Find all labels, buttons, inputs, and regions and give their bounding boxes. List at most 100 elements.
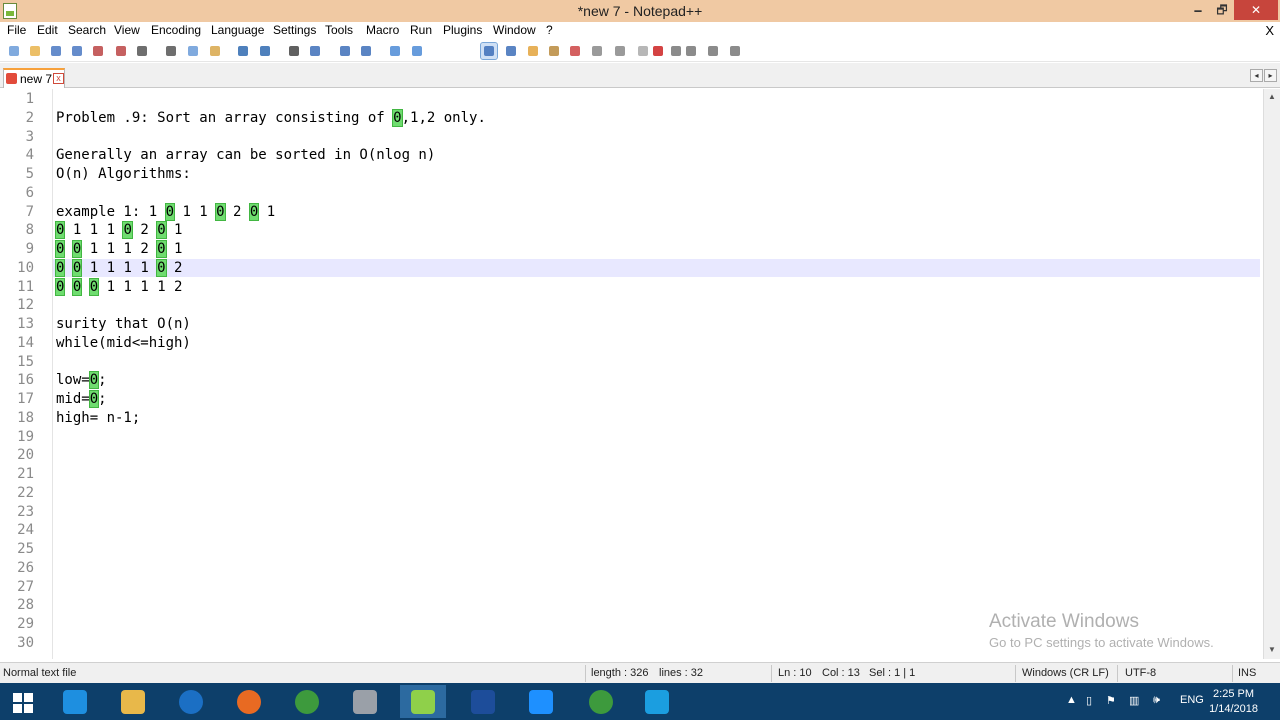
doc-map-icon[interactable] — [567, 43, 583, 59]
user-lang-icon[interactable] — [546, 43, 562, 59]
code-line[interactable] — [56, 540, 1261, 558]
notepad-plus-plus-icon[interactable] — [400, 685, 446, 718]
code-line[interactable]: O(n) Algorithms: — [56, 165, 1261, 183]
paste-icon[interactable] — [207, 43, 223, 59]
code-line[interactable]: example 1: 1 0 1 1 0 2 0 1 — [56, 202, 1261, 221]
code-line[interactable]: surity that O(n) — [56, 315, 1261, 333]
new-file-icon[interactable] — [6, 43, 22, 59]
close-document-x[interactable]: X — [1265, 23, 1274, 38]
sync-horizontal-icon[interactable] — [409, 43, 425, 59]
status-encoding[interactable]: UTF-8 — [1125, 667, 1156, 679]
code-line[interactable]: 0 0 0 1 1 1 1 2 — [54, 277, 1261, 296]
monitoring-icon[interactable] — [635, 43, 651, 59]
close-window-button[interactable]: ✕ — [1234, 0, 1278, 20]
tray-volume-icon[interactable]: 🕪 — [1153, 694, 1160, 707]
menu-tools[interactable]: Tools — [325, 23, 353, 37]
find-icon[interactable] — [286, 43, 302, 59]
printer-app-icon[interactable] — [342, 685, 388, 718]
maximize-button[interactable]: 🗗 — [1208, 0, 1236, 20]
play-macro-icon[interactable] — [683, 43, 699, 59]
show-all-chars-icon[interactable] — [503, 43, 519, 59]
menu-edit[interactable]: Edit — [37, 23, 58, 37]
run-macro-multiple-icon[interactable] — [705, 43, 721, 59]
code-line[interactable]: 0 1 1 1 0 2 0 1 — [54, 221, 1261, 240]
menu-plugins[interactable]: Plugins — [443, 23, 482, 37]
code-line[interactable]: Problem .9: Sort an array consisting of … — [56, 108, 1261, 127]
start-icon[interactable] — [0, 685, 46, 718]
function-list-icon[interactable] — [589, 43, 605, 59]
skype-icon[interactable] — [634, 685, 680, 718]
zoom-out-icon[interactable] — [358, 43, 374, 59]
chrome-profile-icon[interactable] — [578, 685, 624, 718]
clock[interactable]: 2:25 PM 1/14/2018 — [1209, 687, 1258, 717]
code-line[interactable] — [56, 446, 1261, 464]
internet-explorer-icon[interactable] — [52, 685, 98, 718]
word-wrap-icon[interactable] — [480, 42, 498, 60]
close-icon[interactable] — [90, 43, 106, 59]
snipping-tool-icon[interactable] — [518, 685, 564, 718]
code-line[interactable] — [56, 578, 1261, 596]
code-line[interactable]: 0 0 1 1 1 2 0 1 — [54, 240, 1261, 258]
tab-new-7[interactable]: new 7 x — [3, 68, 65, 88]
stop-record-icon[interactable] — [668, 43, 684, 59]
editor[interactable]: 1 2 3 4 5 6 7 8 9 10 11 12 13 14 15 16 17 18 19 20 21 22 23 24 2… — [0, 89, 1280, 659]
tab-scroll-left-icon[interactable]: ◂ — [1250, 69, 1263, 82]
code-line[interactable]: 0 0 1 1 1 1 0 2 — [53, 258, 1260, 277]
scroll-down-icon[interactable]: ▼ — [1267, 645, 1277, 655]
close-all-icon[interactable] — [113, 43, 129, 59]
record-macro-icon[interactable] — [650, 43, 666, 59]
code-line[interactable] — [56, 296, 1261, 314]
tray-network-icon[interactable]: ▥ — [1129, 694, 1139, 707]
chrome-canary-icon[interactable] — [168, 685, 214, 718]
file-explorer-icon[interactable] — [110, 685, 156, 718]
code-line[interactable]: low=0; — [56, 371, 1261, 390]
tray-language[interactable]: ENG — [1180, 694, 1204, 706]
folder-workspace-icon[interactable] — [612, 43, 628, 59]
tab-close-icon[interactable]: x — [53, 73, 64, 84]
menu-macro[interactable]: Macro — [366, 23, 399, 37]
code-line[interactable] — [56, 465, 1261, 483]
code-line[interactable] — [56, 128, 1261, 146]
sync-vertical-icon[interactable] — [387, 43, 403, 59]
code-line[interactable] — [56, 484, 1261, 502]
menu-help[interactable]: ? — [546, 23, 553, 37]
save-all-icon[interactable] — [69, 43, 85, 59]
menu-run[interactable]: Run — [410, 23, 432, 37]
tray-device-icon[interactable]: ▯ — [1086, 694, 1092, 707]
code-line[interactable] — [56, 428, 1261, 446]
menu-file[interactable]: File — [7, 23, 26, 37]
undo-icon[interactable] — [235, 43, 251, 59]
dev-cpp-icon[interactable] — [460, 685, 506, 718]
menu-window[interactable]: Window — [493, 23, 536, 37]
code-area[interactable]: Problem .9: Sort an array consisting of … — [53, 89, 1261, 659]
print-icon[interactable] — [134, 43, 150, 59]
copy-icon[interactable] — [185, 43, 201, 59]
code-line[interactable] — [56, 184, 1261, 202]
redo-icon[interactable] — [257, 43, 273, 59]
code-line[interactable]: mid=0; — [56, 390, 1261, 408]
code-line[interactable]: high= n-1; — [56, 409, 1261, 427]
status-insert-mode[interactable]: INS — [1238, 667, 1256, 679]
code-line[interactable] — [56, 559, 1261, 577]
code-line[interactable] — [56, 90, 1261, 108]
scroll-up-icon[interactable]: ▲ — [1267, 92, 1277, 102]
code-line[interactable] — [56, 521, 1261, 539]
vertical-scrollbar[interactable]: ▲ ▼ — [1263, 89, 1280, 659]
code-line[interactable]: while(mid<=high) — [56, 334, 1261, 352]
firefox-icon[interactable] — [226, 685, 272, 718]
chrome-icon[interactable] — [284, 685, 330, 718]
indent-guide-icon[interactable] — [525, 43, 541, 59]
menu-encoding[interactable]: Encoding — [151, 23, 201, 37]
open-file-icon[interactable] — [27, 43, 43, 59]
menu-settings[interactable]: Settings — [273, 23, 316, 37]
code-line[interactable] — [56, 353, 1261, 371]
save-macro-icon[interactable] — [727, 43, 743, 59]
zoom-in-icon[interactable] — [337, 43, 353, 59]
menu-search[interactable]: Search — [68, 23, 106, 37]
tray-flag-icon[interactable]: ⚑ — [1106, 694, 1116, 707]
code-line[interactable]: Generally an array can be sorted in O(nl… — [56, 146, 1261, 164]
tab-scroll-right-icon[interactable]: ▸ — [1264, 69, 1277, 82]
replace-icon[interactable] — [307, 43, 323, 59]
status-eol[interactable]: Windows (CR LF) — [1022, 667, 1109, 679]
cut-icon[interactable] — [163, 43, 179, 59]
